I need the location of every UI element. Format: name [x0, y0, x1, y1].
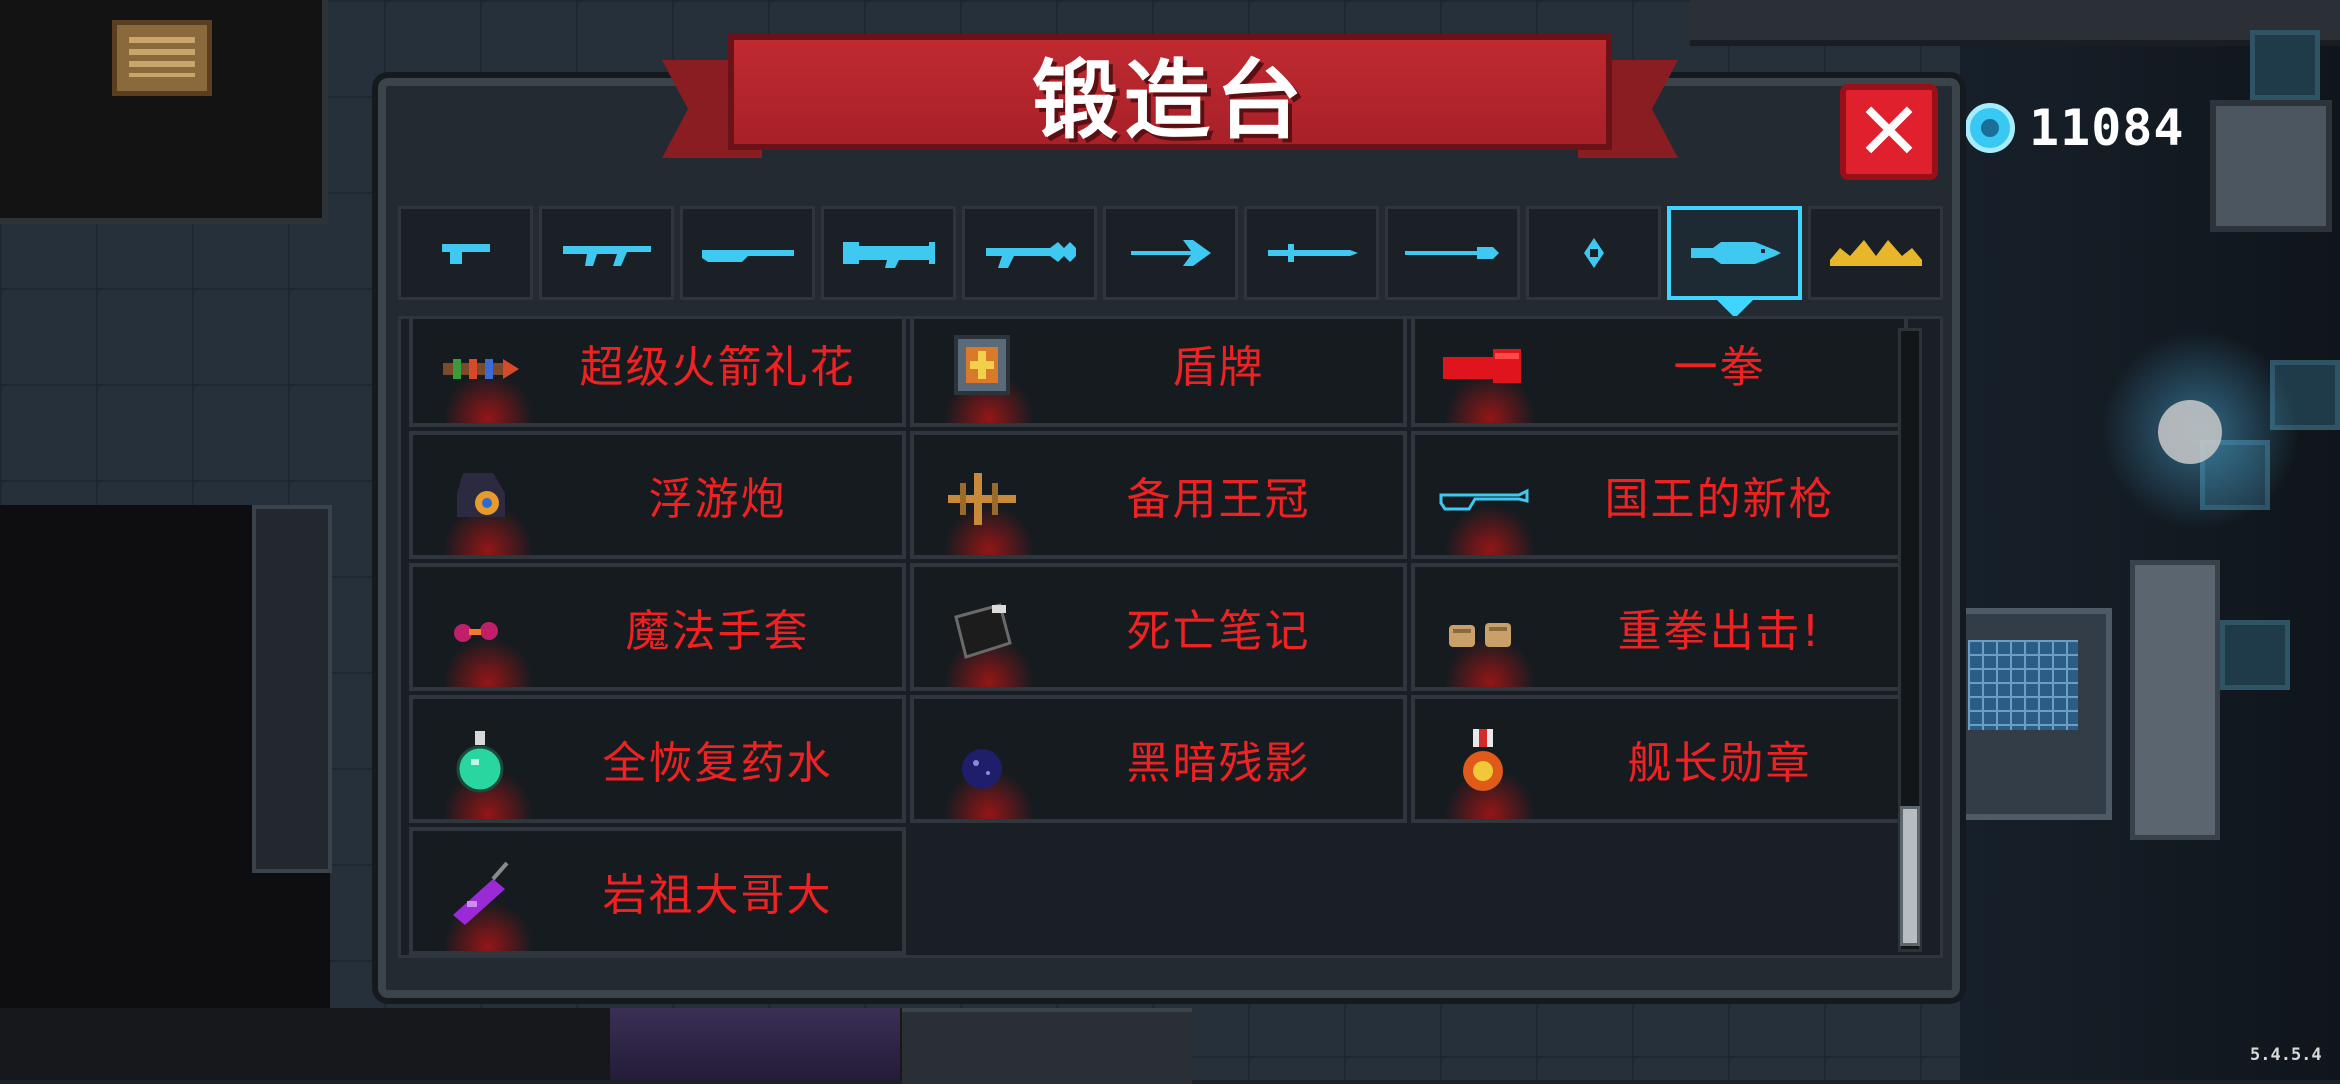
crate	[2250, 30, 2320, 100]
list-item[interactable]: 魔法手套	[409, 563, 906, 691]
pillar	[252, 505, 332, 873]
list-item[interactable]: 岩祖大哥大	[409, 827, 906, 955]
crate	[2220, 620, 2290, 690]
tab-sword[interactable]	[1244, 206, 1379, 300]
shotgun-icon	[701, 250, 794, 262]
list-item[interactable]: 重拳出击!	[1411, 563, 1908, 691]
list-item[interactable]: 备用王冠	[910, 431, 1407, 559]
tab-bow[interactable]	[1103, 206, 1238, 300]
list-item[interactable]: 黑暗残影	[910, 695, 1407, 823]
list-item[interactable]: 全恢复药水	[409, 695, 906, 823]
floating-cannon-icon	[457, 473, 505, 517]
item-grid: 超级火箭礼花 盾牌 一拳 浮游炮 备用王冠 国王的新枪 魔法手套 死亡笔记 重拳…	[409, 319, 1908, 955]
tab-staff[interactable]	[1385, 206, 1520, 300]
gem-amount: 11084	[2029, 99, 2185, 157]
tab-throwing-star[interactable]	[1526, 206, 1661, 300]
sword-icon	[1267, 244, 1358, 262]
bottom-portal-panel	[610, 1008, 900, 1080]
gem-counter: 11084	[1965, 98, 2185, 158]
item-name: 岩祖大哥大	[602, 870, 833, 921]
item-name: 舰长勋章	[1627, 738, 1812, 789]
assault-rifle-icon	[562, 246, 651, 266]
tab-assault-rifle[interactable]	[539, 206, 674, 300]
spare-crown-icon	[948, 473, 1016, 525]
launcher-icon	[842, 242, 935, 268]
tab-special[interactable]	[1808, 206, 1943, 300]
red-fist-icon	[1443, 349, 1521, 383]
item-name: 超级火箭礼花	[579, 342, 856, 393]
shield-icon	[954, 335, 1010, 395]
tab-launcher[interactable]	[821, 206, 956, 300]
death-note-icon	[954, 603, 1012, 659]
wall-top-right	[1690, 0, 2340, 46]
list-item[interactable]: 超级火箭礼花	[409, 319, 906, 427]
list-item[interactable]: 盾牌	[910, 319, 1407, 427]
list-item[interactable]: 一拳	[1411, 319, 1908, 427]
item-name: 备用王冠	[1126, 474, 1311, 525]
title-banner: 锻造台	[728, 34, 1612, 151]
item-name: 浮游炮	[648, 474, 787, 525]
page-title: 锻造台	[1032, 50, 1308, 151]
tab-pistol[interactable]	[398, 206, 533, 300]
tab-shotgun[interactable]	[680, 206, 815, 300]
crown-icon	[1829, 240, 1922, 266]
shelf	[2130, 560, 2220, 840]
category-tabs	[398, 206, 1943, 318]
dark-orb-icon	[962, 749, 1002, 789]
power-punch-icon	[1449, 623, 1511, 647]
pistol-icon	[441, 244, 490, 264]
invisible-gun-icon	[1439, 488, 1529, 511]
item-name: 死亡笔记	[1126, 606, 1311, 657]
purple-phone-icon	[453, 861, 509, 925]
list-item[interactable]: 舰长勋章	[1411, 695, 1908, 823]
magic-glove-icon	[454, 622, 498, 642]
tab-items[interactable]	[1667, 206, 1802, 318]
list-item[interactable]: 浮游炮	[409, 431, 906, 559]
bow-icon	[1130, 240, 1211, 266]
item-name: 重拳出击!	[1617, 606, 1822, 657]
close-button[interactable]: ✕	[1840, 84, 1938, 180]
staff-icon	[1404, 247, 1499, 259]
blue-gem-icon	[1965, 103, 2015, 153]
item-name: 一拳	[1673, 342, 1766, 393]
laser-rifle-icon	[985, 242, 1076, 268]
scrollbar-thumb[interactable]	[1900, 806, 1920, 946]
item-name: 盾牌	[1172, 342, 1265, 393]
notice-board	[112, 20, 212, 96]
item-name: 黑暗残影	[1126, 738, 1311, 789]
machine	[2210, 100, 2332, 232]
item-name: 全恢复药水	[602, 738, 833, 789]
tab-laser-rifle[interactable]	[962, 206, 1097, 300]
item-name: 魔法手套	[625, 606, 810, 657]
list-item[interactable]: 死亡笔记	[910, 563, 1407, 691]
bottom-wall-segment	[902, 1008, 1192, 1084]
joystick-knob[interactable]	[2158, 400, 2222, 464]
version-label: 5.4.5.4	[2250, 1045, 2322, 1065]
blueprint	[1968, 640, 2078, 730]
healing-potion-icon	[456, 731, 504, 793]
item-name: 国王的新枪	[1604, 474, 1835, 525]
fish-item-icon	[1690, 242, 1781, 264]
throwing-star-icon	[1583, 238, 1604, 268]
list-item[interactable]: 国王的新枪	[1411, 431, 1908, 559]
item-list[interactable]: 超级火箭礼花 盾牌 一拳 浮游炮 备用王冠 国王的新枪 魔法手套 死亡笔记 重拳…	[398, 316, 1943, 958]
firework-rocket-icon	[443, 359, 519, 379]
captain-medal-icon	[1463, 729, 1503, 791]
close-x-icon: ✕	[1855, 85, 1923, 178]
